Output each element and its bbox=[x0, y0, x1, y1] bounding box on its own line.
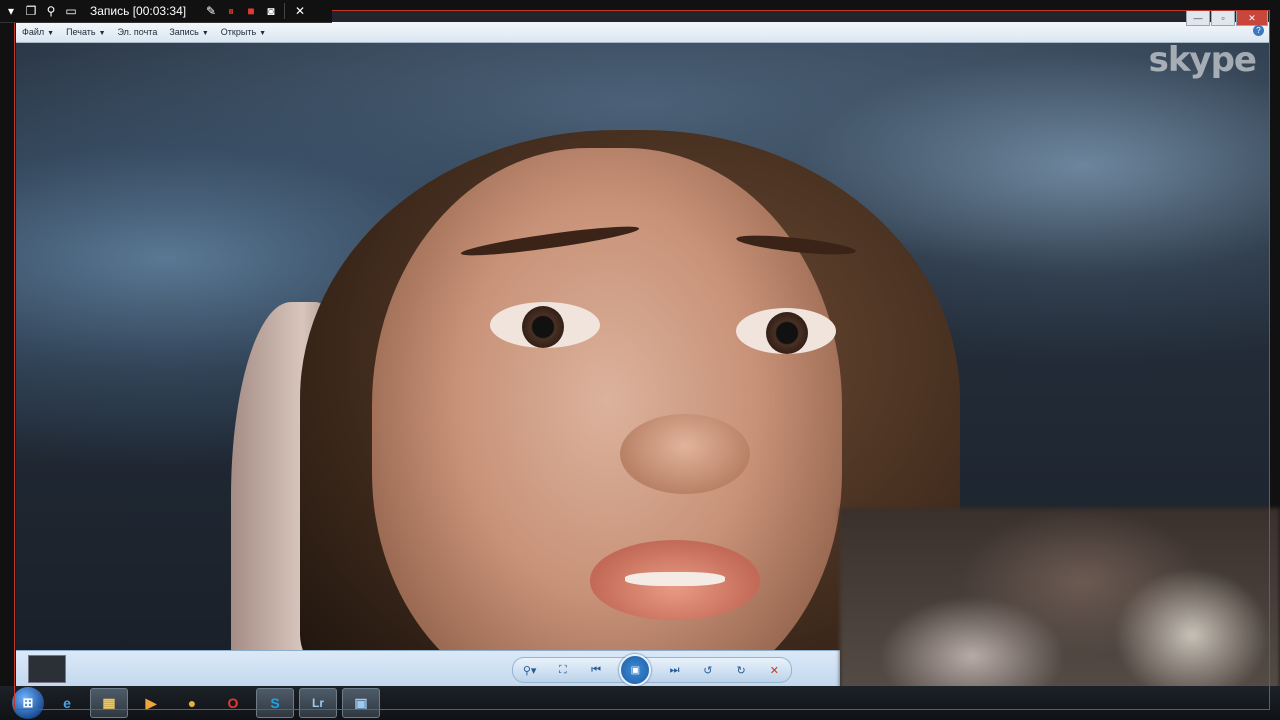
zoom-icon[interactable]: ⚲ bbox=[42, 2, 60, 20]
caret-down-icon: ▼ bbox=[98, 30, 106, 37]
toolbar-divider bbox=[284, 3, 285, 19]
window-controls: — ▫ ✕ bbox=[1186, 10, 1268, 26]
actual-size-icon[interactable]: ⛶ bbox=[553, 661, 573, 679]
teeth bbox=[625, 572, 725, 586]
minimize-button[interactable]: — bbox=[1186, 10, 1210, 26]
menu-dropdown-icon[interactable]: ▾ bbox=[2, 2, 20, 20]
ie-glyph: e bbox=[63, 695, 71, 711]
opera-icon[interactable]: O bbox=[215, 689, 251, 717]
previous-icon[interactable]: ⏮ bbox=[586, 661, 606, 679]
region-select-icon[interactable]: ▭ bbox=[62, 2, 80, 20]
caret-down-icon: ▼ bbox=[201, 30, 209, 37]
menu-print[interactable]: Печать ▼ bbox=[60, 27, 111, 37]
menu-item-label: Файл bbox=[22, 27, 45, 37]
menu-email[interactable]: Эл. почта bbox=[112, 27, 164, 37]
recording-timer: Запись [00:03:34] bbox=[90, 4, 187, 18]
rotate-left-icon[interactable]: ↺ bbox=[698, 661, 718, 679]
nose bbox=[620, 414, 750, 494]
skype-glyph: S bbox=[270, 695, 280, 711]
start-button[interactable]: ⊞ bbox=[12, 687, 44, 719]
close-icon[interactable]: ✕ bbox=[291, 2, 309, 20]
caret-down-icon: ▼ bbox=[47, 30, 55, 37]
chrome-icon[interactable]: ● bbox=[174, 689, 210, 717]
menu-item-label: Открыть bbox=[220, 27, 257, 37]
skype-icon[interactable]: S bbox=[256, 688, 294, 718]
close-button[interactable]: ✕ bbox=[1236, 10, 1268, 26]
photo-thumbnail[interactable] bbox=[28, 655, 66, 683]
stop-icon[interactable]: ■ bbox=[242, 2, 260, 20]
right-iris bbox=[766, 312, 808, 354]
photo-viewer-icon[interactable]: ▣ bbox=[342, 688, 380, 718]
navigation-controls: ⚲▾ ⛶ ⏮ ▣ ⏭ ↺ ↻ ✕ bbox=[512, 654, 792, 686]
recorder-toolbar: ▾ ❐ ⚲ ▭ Запись [00:03:34] ✎ ⏸ ■ ◙ ✕ bbox=[0, 0, 332, 23]
next-icon[interactable]: ⏭ bbox=[665, 661, 685, 679]
lightroom-icon[interactable]: Lr bbox=[299, 688, 337, 718]
pause-icon[interactable]: ⏸ bbox=[222, 2, 240, 20]
explorer-glyph: ▦ bbox=[102, 694, 116, 711]
media-player-glyph: ▶ bbox=[145, 694, 157, 711]
opera-glyph: O bbox=[227, 695, 239, 711]
menu-burn[interactable]: Запись ▼ bbox=[163, 27, 214, 37]
taskbar: ⊞ e ▦ ▶ ● O S Lr ▣ bbox=[0, 686, 1280, 720]
viewer-info-bar: ⚲▾ ⛶ ⏮ ▣ ⏭ ↺ ↻ ✕ bbox=[16, 650, 840, 687]
media-player-icon[interactable]: ▶ bbox=[133, 689, 169, 717]
menu-item-label: Эл. почта bbox=[117, 27, 158, 37]
chrome-glyph: ● bbox=[187, 695, 197, 711]
explorer-icon[interactable]: ▦ bbox=[90, 688, 128, 718]
caret-down-icon: ▼ bbox=[259, 30, 267, 37]
viewer-menubar: Файл ▼ Печать ▼ Эл. почта Запись ▼ Открыть ▼ bbox=[16, 22, 1270, 43]
ie-icon[interactable]: e bbox=[49, 689, 85, 717]
maximize-button[interactable]: ▫ bbox=[1211, 10, 1235, 26]
menu-item-label: Запись bbox=[169, 27, 199, 37]
camera-icon[interactable]: ◙ bbox=[262, 2, 280, 20]
lightroom-glyph: Lr bbox=[312, 696, 324, 710]
help-icon[interactable]: ? bbox=[1253, 25, 1264, 36]
skype-watermark: skype bbox=[1148, 40, 1257, 80]
right-eye bbox=[736, 308, 836, 354]
pencil-icon[interactable]: ✎ bbox=[202, 2, 220, 20]
menu-file[interactable]: Файл ▼ bbox=[16, 27, 60, 37]
rotate-right-icon[interactable]: ↻ bbox=[731, 661, 751, 679]
slideshow-icon[interactable]: ▣ bbox=[619, 654, 652, 686]
left-iris bbox=[522, 306, 564, 348]
zoom-icon[interactable]: ⚲▾ bbox=[520, 661, 540, 679]
menu-open[interactable]: Открыть ▼ bbox=[215, 27, 272, 37]
restore-window-icon[interactable]: ❐ bbox=[22, 2, 40, 20]
photo-viewer-glyph: ▣ bbox=[354, 694, 368, 711]
left-eye bbox=[490, 302, 600, 348]
delete-icon[interactable]: ✕ bbox=[764, 661, 784, 679]
menu-item-label: Печать bbox=[66, 27, 96, 37]
